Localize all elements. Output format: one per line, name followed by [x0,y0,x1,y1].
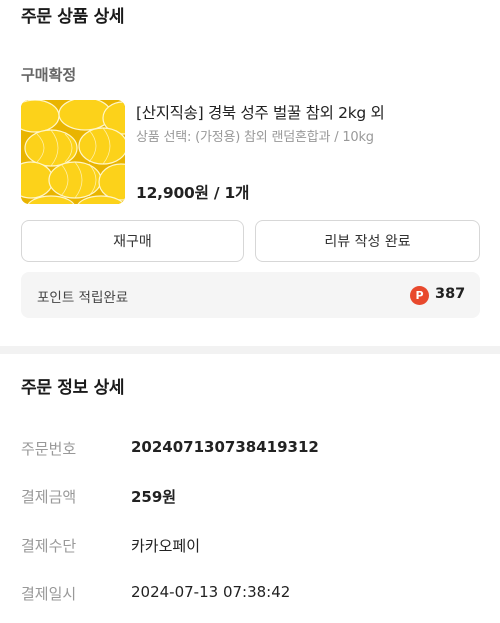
payment-method-value: 카카오페이 [131,537,201,555]
order-info-title: 주문 정보 상세 [21,378,125,398]
payment-method-label: 결제수단 [21,537,77,555]
payment-amount-label: 결제금액 [21,488,77,506]
korean-melon-image [21,100,125,204]
payment-date-label: 결제일시 [21,585,77,603]
product-option: 상품 선택: (가정용) 참외 랜덤혼합과 / 10kg [136,130,374,145]
rebuy-button[interactable]: 재구매 [21,220,244,262]
payment-amount-value: 259원 [131,488,177,506]
points-value: 387 [435,286,466,302]
payment-date-value: 2024-07-13 07:38:42 [131,583,291,601]
points-label: 포인트 적립완료 [37,290,129,306]
product-image[interactable] [21,100,125,204]
point-icon: P [410,286,429,305]
order-status: 구매확정 [21,66,77,84]
product-name[interactable]: [산지직송] 경북 성주 벌꿀 참외 2kg 외 [136,101,385,123]
order-number-label: 주문번호 [21,440,77,458]
product-price: 12,900원 / 1개 [136,184,250,202]
review-completed-button[interactable]: 리뷰 작성 완료 [255,220,480,262]
points-earned-box: 포인트 적립완료 P 387 [21,272,480,318]
order-items-title: 주문 상품 상세 [21,7,125,27]
section-divider [0,346,500,354]
order-number-value: 202407130738419312 [131,438,319,456]
